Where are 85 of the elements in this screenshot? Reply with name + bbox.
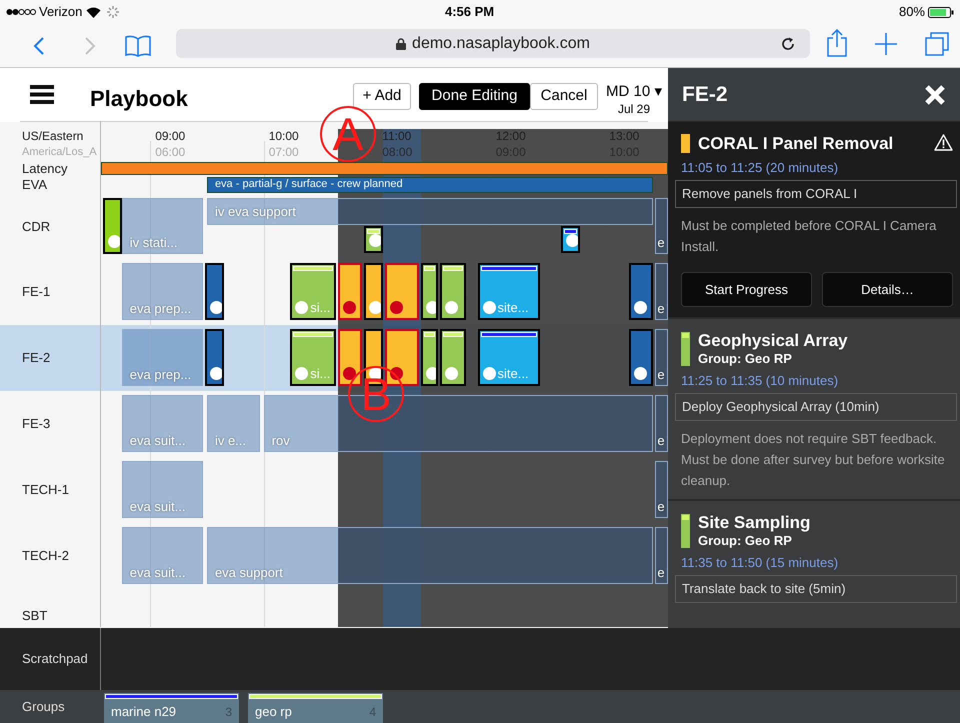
row-label[interactable]: CDR	[0, 194, 101, 259]
hour-label: 06:00	[155, 144, 186, 160]
clock-time: 4:56 PM	[445, 3, 494, 22]
close-icon[interactable]	[924, 84, 946, 106]
activity-label: site...	[498, 301, 529, 314]
signal-icon	[6, 8, 36, 16]
activity-block[interactable]	[440, 329, 466, 386]
row-label[interactable]: TECH-2	[0, 523, 101, 589]
time-range: 11:35 to 11:50 (15 minutes)	[681, 555, 840, 571]
callout-label: B	[348, 366, 404, 422]
activity-block[interactable]	[420, 263, 438, 320]
add-tab-icon[interactable]	[875, 33, 897, 55]
eva-bar: eva - partial-g / surface - crew planned	[206, 177, 654, 193]
plan-block[interactable]: e	[655, 527, 668, 584]
plan-block[interactable]: e	[655, 395, 668, 452]
hour-label: 08:00	[382, 144, 412, 160]
reload-icon[interactable]	[781, 37, 795, 51]
activity-label: site...	[498, 367, 529, 380]
row-label: Latency	[21, 161, 69, 176]
activity-block[interactable]	[205, 263, 224, 320]
wifi-icon	[86, 6, 102, 18]
activity-block[interactable]	[364, 226, 383, 253]
carrier-name: Verizon	[39, 3, 82, 22]
activity-block[interactable]	[205, 329, 224, 386]
card-note: Must be completed before CORAL I Camera Install.	[681, 217, 938, 256]
card-button[interactable]: Start Progress	[681, 272, 812, 307]
mission-date: Jul 29	[618, 101, 650, 118]
menu-icon[interactable]	[30, 85, 54, 104]
plan-block[interactable]: e	[655, 329, 668, 386]
group-name: geo rp	[255, 702, 292, 721]
plan-block[interactable]: e	[655, 461, 668, 518]
card-title: Site Sampling	[698, 512, 810, 533]
activity-block[interactable]	[420, 329, 438, 386]
activity-block[interactable]	[628, 329, 654, 386]
group-label: Group: Geo RP	[698, 351, 793, 367]
battery-percent: 80%	[898, 3, 925, 22]
url-text: demo.nasaplaybook.com	[412, 34, 590, 54]
mission-day[interactable]: MD 10 ▾	[606, 81, 662, 104]
group-name: marine n29	[111, 702, 176, 720]
activity-card[interactable]: CORAL I Panel Removal 11:05 to 11:25 (20 minutes) Remove panels from CORAL I Must be completed before CORAL I Camera Install. Start Progress Details…	[668, 122, 960, 317]
hour-label: 09:00	[155, 128, 186, 144]
task-step: Translate back to site (5min)	[675, 575, 957, 603]
row-label[interactable]: FE-1	[0, 259, 101, 325]
time-range: 11:25 to 11:35 (10 minutes)	[681, 373, 840, 389]
tabs-icon[interactable]	[925, 32, 949, 56]
time-range: 11:05 to 11:25 (20 minutes)	[681, 160, 840, 176]
card-title: CORAL I Panel Removal	[698, 133, 894, 154]
panel-title: FE-2	[682, 82, 728, 108]
activity-block[interactable]	[560, 226, 580, 253]
address-bar[interactable]: demo.nasaplaybook.com	[176, 29, 810, 58]
card-note: Deployment does not require SBT feedback. Must be done after survey but before worksite cleanup.	[681, 430, 946, 490]
activity-block[interactable]	[102, 198, 122, 254]
row-label: EVA	[21, 176, 48, 194]
activity-block[interactable]	[628, 263, 654, 320]
share-icon[interactable]	[826, 29, 848, 57]
timezone-label: America/Los_A	[22, 145, 98, 160]
loading-icon	[107, 6, 120, 18]
hour-label: 10:00	[268, 128, 299, 144]
toolbar-button[interactable]: + Add	[353, 83, 411, 110]
card-button[interactable]: Details…	[822, 272, 953, 307]
row-label[interactable]: FE-3	[0, 391, 101, 457]
plan-block[interactable]: e	[655, 198, 668, 254]
card-title: Geophysical Array	[698, 330, 848, 351]
row-label[interactable]: FE-2	[0, 325, 101, 391]
activity-label: si...	[310, 367, 330, 380]
toolbar-button[interactable]: Done Editing	[419, 83, 530, 110]
hour-label: 07:00	[268, 144, 299, 160]
activity-block[interactable]	[364, 263, 383, 320]
plan-block[interactable]: e	[655, 263, 668, 320]
activity-label: si...	[310, 301, 330, 314]
app-title: Playbook	[90, 85, 188, 113]
task-step: Deploy Geophysical Array (10min)	[675, 393, 957, 421]
task-step: Remove panels from CORAL I	[675, 180, 957, 208]
battery-icon	[928, 6, 954, 18]
timezone-label: US/Eastern	[22, 128, 84, 144]
toolbar-button[interactable]: Cancel	[530, 83, 598, 110]
hour-label: 11:00	[382, 128, 412, 144]
activity-block[interactable]	[440, 263, 466, 320]
back-icon[interactable]	[33, 36, 45, 56]
lock-icon	[396, 38, 406, 50]
group-label: Group: Geo RP	[698, 533, 793, 549]
row-label[interactable]: TECH-1	[0, 457, 101, 523]
row-label: Groups	[21, 698, 66, 716]
row-label: SBT	[21, 606, 48, 624]
book-icon[interactable]	[125, 35, 151, 57]
